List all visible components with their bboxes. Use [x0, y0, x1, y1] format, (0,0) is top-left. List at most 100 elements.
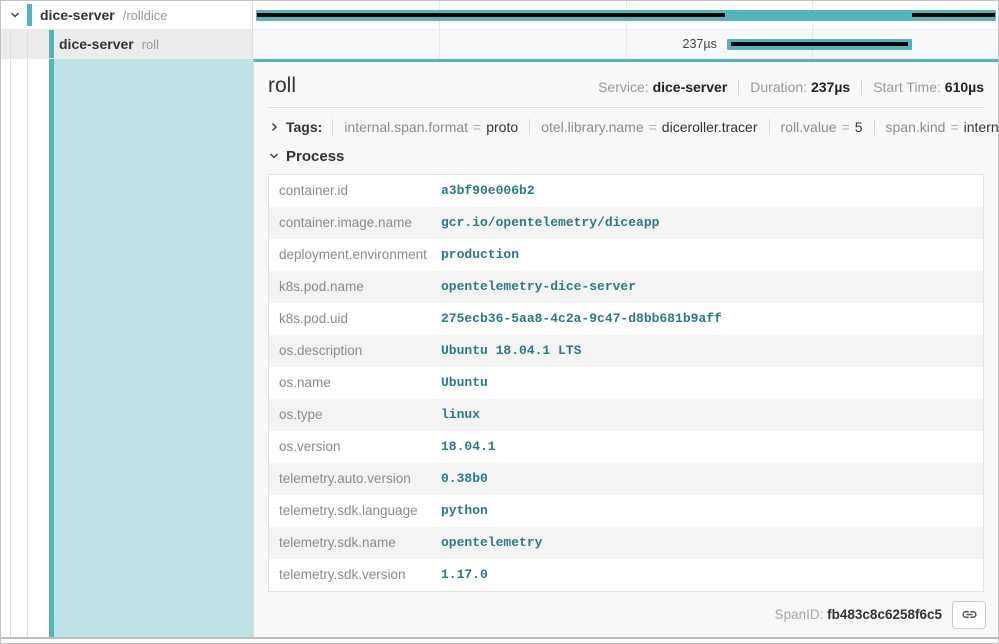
- table-row: telemetry.auto.version0.38b0: [269, 463, 983, 495]
- selected-span-highlight: [54, 59, 253, 637]
- timeline-cell-roll: 237µs: [253, 30, 998, 58]
- span-color-bar: [27, 4, 32, 26]
- process-key: telemetry.sdk.version: [269, 559, 441, 591]
- span-color-bar: [49, 30, 54, 58]
- chevron-down-icon[interactable]: [268, 150, 280, 162]
- process-value: opentelemetry-dice-server: [441, 271, 983, 303]
- span-id-label: SpanID:: [775, 607, 824, 622]
- tag-value: 5: [855, 119, 863, 135]
- meta-start-time-label: Start Time:: [873, 79, 941, 95]
- process-key: container.image.name: [269, 207, 441, 239]
- service-name: dice-server: [40, 7, 115, 23]
- process-value: opentelemetry: [441, 527, 983, 559]
- tag-key: otel.library.name: [541, 119, 643, 135]
- table-row: telemetry.sdk.languagepython: [269, 495, 983, 527]
- tag-internal-span-format: internal.span.format = proto: [332, 119, 529, 135]
- trace-detail-window: dice-server /rolldice dice-server roll 2…: [0, 0, 999, 644]
- table-row: deployment.environmentproduction: [269, 239, 983, 271]
- process-key: telemetry.auto.version: [269, 463, 441, 495]
- meta-duration-label: Duration:: [750, 79, 807, 95]
- table-row: telemetry.sdk.nameopentelemetry: [269, 527, 983, 559]
- indent-guide: [10, 59, 11, 637]
- span-title: roll: [268, 74, 296, 98]
- chevron-right-icon[interactable]: [268, 121, 280, 133]
- tag-otel-library-name: otel.library.name = diceroller.tracer: [529, 119, 768, 135]
- process-key: os.description: [269, 335, 441, 367]
- tags-section-toggle[interactable]: Tags: internal.span.format = proto otel.…: [268, 116, 984, 138]
- process-key: container.id: [269, 175, 441, 207]
- meta-start-time-value: 610µs: [945, 79, 984, 95]
- process-value: a3bf90e006b2: [441, 175, 983, 207]
- process-value: linux: [441, 399, 983, 431]
- table-row: os.nameUbuntu: [269, 367, 983, 399]
- process-section-toggle[interactable]: Process: [268, 146, 984, 166]
- process-value: gcr.io/opentelemetry/diceapp: [441, 207, 983, 239]
- span-id: SpanID: fb483c8c6258f6c5: [775, 607, 942, 622]
- tag-equals: =: [649, 119, 657, 135]
- meta-duration-value: 237µs: [811, 79, 850, 95]
- span-name-cell-rolldice[interactable]: dice-server /rolldice: [1, 1, 253, 29]
- span-row-roll[interactable]: dice-server roll 237µs: [1, 30, 998, 59]
- span-bar-roll[interactable]: [727, 39, 912, 50]
- meta-start-time: Start Time: 610µs: [861, 79, 984, 95]
- span-bar-rolldice[interactable]: [256, 10, 996, 21]
- meta-service-value: dice-server: [653, 79, 728, 95]
- span-row-rolldice[interactable]: dice-server /rolldice: [1, 1, 998, 30]
- indent-guide: [27, 59, 28, 637]
- tag-equals: =: [842, 119, 850, 135]
- span-name-cell-roll[interactable]: dice-server roll: [1, 30, 253, 58]
- table-row: os.version18.04.1: [269, 431, 983, 463]
- process-key: os.version: [269, 431, 441, 463]
- gridline-25: [439, 30, 440, 58]
- table-row: os.descriptionUbuntu 18.04.1 LTS: [269, 335, 983, 367]
- tag-key: internal.span.format: [344, 119, 468, 135]
- span-detail-header: roll Service: dice-server Duration: 237µ…: [268, 62, 984, 98]
- tag-value: diceroller.tracer: [662, 119, 758, 135]
- process-key: os.name: [269, 367, 441, 399]
- span-duration-label: 237µs: [683, 37, 717, 51]
- timeline-cell-rolldice: [253, 1, 998, 29]
- span-id-value: fb483c8c6258f6c5: [827, 607, 942, 622]
- link-icon: [961, 606, 978, 623]
- span-meta: Service: dice-server Duration: 237µs Sta…: [587, 79, 984, 95]
- table-row: k8s.pod.uid275ecb36-5aa8-4c2a-9c47-d8bb6…: [269, 303, 983, 335]
- table-row: container.ida3bf90e006b2: [269, 175, 983, 207]
- indent-guide: [27, 30, 28, 58]
- tag-equals: =: [950, 119, 958, 135]
- bottom-border-strip: [1, 637, 998, 643]
- chevron-down-icon[interactable]: [9, 9, 21, 21]
- table-row: k8s.pod.nameopentelemetry-dice-server: [269, 271, 983, 303]
- operation-name: /rolldice: [123, 8, 168, 23]
- span-detail-footer: SpanID: fb483c8c6258f6c5: [254, 592, 998, 637]
- process-value: 1.17.0: [441, 559, 983, 591]
- tag-value: internal: [964, 119, 999, 135]
- process-value: Ubuntu: [441, 367, 983, 399]
- process-value: production: [441, 239, 983, 271]
- table-row: container.image.namegcr.io/opentelemetry…: [269, 207, 983, 239]
- tag-value: proto: [486, 119, 518, 135]
- tag-equals: =: [473, 119, 481, 135]
- table-row: os.typelinux: [269, 399, 983, 431]
- gridline-50: [626, 30, 627, 58]
- table-row: telemetry.sdk.version1.17.0: [269, 559, 983, 591]
- process-key: os.type: [269, 399, 441, 431]
- deep-link-button[interactable]: [952, 601, 986, 629]
- process-value: 0.38b0: [441, 463, 983, 495]
- service-name: dice-server: [59, 36, 134, 52]
- process-value: 18.04.1: [441, 431, 983, 463]
- tags-label: Tags:: [286, 119, 322, 135]
- process-table: container.ida3bf90e006b2 container.image…: [268, 174, 984, 592]
- indent-guide: [10, 30, 11, 58]
- tag-span-kind: span.kind = internal: [874, 119, 999, 135]
- process-key: deployment.environment: [269, 239, 441, 271]
- tag-key: span.kind: [886, 119, 946, 135]
- tag-key: roll.value: [781, 119, 837, 135]
- process-value: Ubuntu 18.04.1 LTS: [441, 335, 983, 367]
- meta-duration: Duration: 237µs: [738, 79, 861, 95]
- header-divider: [268, 107, 984, 108]
- process-key: k8s.pod.uid: [269, 303, 441, 335]
- process-value: python: [441, 495, 983, 527]
- meta-service: Service: dice-server: [587, 79, 738, 95]
- process-value: 275ecb36-5aa8-4c2a-9c47-d8bb681b9aff: [441, 303, 983, 335]
- meta-service-label: Service:: [598, 79, 649, 95]
